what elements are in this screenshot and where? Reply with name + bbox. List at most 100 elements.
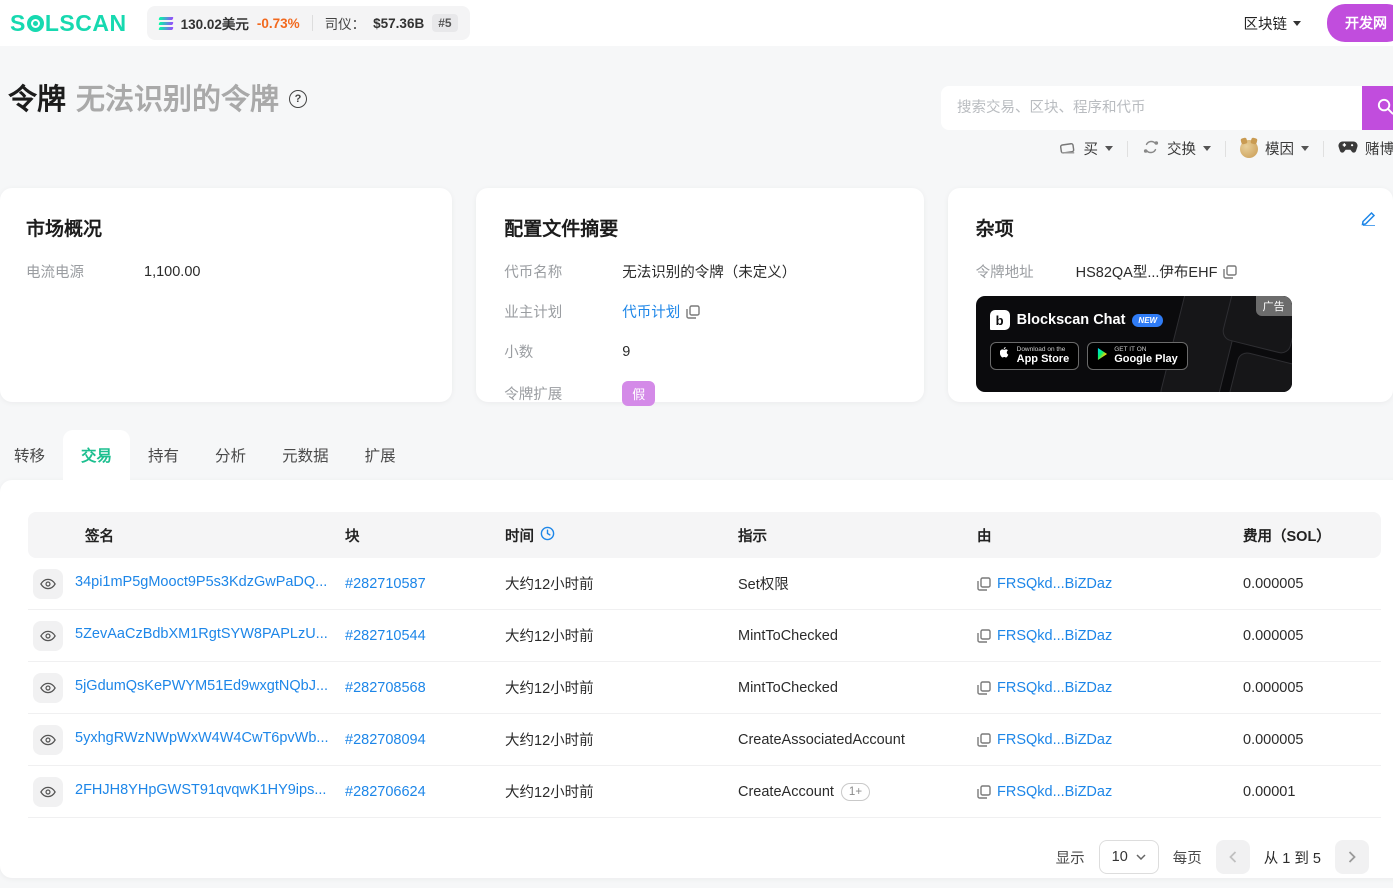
tab-extensions[interactable]: 扩展 [347,430,414,480]
tab-metadata[interactable]: 元数据 [264,430,347,480]
title-token-name: 无法识别的令牌 [76,84,280,116]
time-value: 大约12小时前 [505,629,594,645]
chain-dropdown[interactable]: 区块链 [1244,13,1301,34]
solana-icon [158,16,174,30]
search-icon [1376,97,1393,119]
preview-eye-button[interactable] [33,776,63,807]
supply-label: 电流电源 [26,265,84,281]
copy-icon[interactable] [977,732,991,747]
swap-label: 交换 [1167,142,1196,158]
fee-value: 0.000005 [1243,731,1304,748]
instruction-value: MintToChecked [738,679,838,696]
token-name-value: 无法识别的令牌（未定义） [622,265,797,281]
tab-transactions[interactable]: 交易 [63,430,131,480]
sol-price: 130.02美元 [180,17,249,32]
preview-eye-button[interactable] [33,724,63,755]
googleplay-button[interactable]: GET IT ON Google Play [1087,342,1188,371]
instruction-value: Set权限 [738,577,789,593]
tab-holders[interactable]: 持有 [130,430,197,480]
copy-icon[interactable] [686,305,700,319]
signature-link[interactable]: 34pi1mP5gMooct9P5s3KdzGwPaDQ... [75,574,327,590]
swap-dropdown[interactable]: 交换 [1142,138,1211,159]
page-size-select[interactable]: 10 [1098,840,1159,874]
by-address-link[interactable]: FRSQkd...BiZDaz [997,628,1112,644]
help-icon[interactable]: ? [289,90,308,108]
signature-link[interactable]: 2FHJH8YHpGWST91qvqwK1HY9ips... [75,782,326,798]
gamepad-icon [1338,140,1358,158]
solscan-logo[interactable]: S LSCAN [10,10,127,37]
copy-icon[interactable] [977,576,991,591]
chevron-down-icon [1105,146,1113,151]
block-link[interactable]: #282706624 [345,784,426,800]
fee-value: 0.00001 [1243,783,1296,800]
header-fee: 费用（SOL） [1243,528,1331,545]
signature-link[interactable]: 5jGdumQsKePWYM51Ed9wxgtNQbJ... [75,678,328,694]
buy-dropdown[interactable]: 买 [1059,138,1113,159]
block-link[interactable]: #282708094 [345,732,426,748]
block-link[interactable]: #282708568 [345,680,426,696]
header-instruction: 指示 [738,528,767,545]
market-overview-card: 市场概况 电流电源 1,100.00 [0,188,453,402]
search-input[interactable] [941,86,1362,130]
misc-card-title: 杂项 [975,219,1014,240]
time-value: 大约12小时前 [505,577,594,593]
meme-label: 模因 [1265,142,1294,158]
by-address-link[interactable]: FRSQkd...BiZDaz [997,784,1112,800]
instruction-count-badge: 1+ [840,782,871,801]
copy-icon[interactable] [977,784,991,799]
logo-o-icon [26,14,44,32]
time-value: 大约12小时前 [505,681,594,697]
blockscan-ad-banner[interactable]: 广告 b Blockscan Chat NEW Download on the … [975,296,1292,392]
page-size-value: 10 [1111,849,1128,865]
preview-eye-button[interactable] [33,620,63,651]
search-button[interactable] [1362,86,1393,130]
gamble-dropdown[interactable]: 赌博 [1338,138,1393,159]
divider [1127,140,1128,157]
by-address-link[interactable]: FRSQkd...BiZDaz [997,576,1112,592]
signature-link[interactable]: 5ZevAaCzBdbXM1RgtSYW8PAPLzU... [75,626,328,642]
signature-link[interactable]: 5yxhgRWzNWpWxW4W4CwT6pvWb... [75,730,329,746]
edit-pencil-icon[interactable] [1361,210,1377,231]
instruction-value: MintToChecked [738,627,838,644]
next-page-button[interactable] [1335,840,1369,874]
by-address-link[interactable]: FRSQkd...BiZDaz [997,732,1112,748]
banner-brand: Blockscan Chat [1016,312,1126,328]
clock-icon[interactable] [540,526,555,545]
page-title: 令牌 无法识别的令牌 ? [8,76,308,118]
copy-icon[interactable] [1223,265,1238,279]
misc-card: 杂项 令牌地址 HS82QA型...伊布EHF 广告 b Blockscan C… [947,188,1393,402]
appstore-button[interactable]: Download on the App Store [989,342,1080,371]
by-address-link[interactable]: FRSQkd...BiZDaz [997,680,1112,696]
prev-page-button[interactable] [1215,840,1250,874]
owner-program-link[interactable]: 代币计划 [622,305,680,321]
block-link[interactable]: #282710587 [345,576,426,592]
chevron-right-icon [1348,851,1356,863]
meme-dropdown[interactable]: 模因 [1240,138,1309,159]
chevron-down-icon [1203,146,1211,151]
chevron-down-icon [1301,146,1309,151]
doge-icon [1240,139,1258,158]
table-row: 34pi1mP5gMooct9P5s3KdzGwPaDQ... #2827105… [28,558,1381,610]
tab-transfers[interactable]: 转移 [0,430,63,480]
per-page-label: 每页 [1172,850,1202,867]
sol-price-pill: 130.02美元 -0.73% 司仪： $57.36B #5 [146,6,470,40]
token-name-label: 代币名称 [504,265,563,281]
time-value: 大约12小时前 [505,733,594,749]
header-block: 块 [345,528,360,545]
cards-icon [1059,139,1077,159]
copy-icon[interactable] [977,680,991,695]
phone-mockup [1225,350,1292,392]
pagination: 显示 10 每页 从 1 到 5 [28,818,1381,874]
network-button[interactable]: 开发网 [1327,4,1393,42]
appstore-main-text: App Store [1016,352,1070,365]
copy-icon[interactable] [977,628,991,643]
blockscan-logo: b [989,310,1010,330]
marketcap-value: $57.36B [373,15,425,31]
decimals-value: 9 [622,343,631,360]
preview-eye-button[interactable] [33,672,63,703]
preview-eye-button[interactable] [33,568,63,599]
table-header: 签名 块 时间 指示 由 费用（SOL） [28,512,1381,558]
profile-summary-card: 配置文件摘要 代币名称 无法识别的令牌（未定义） 业主计划 代币计划 小数 9 … [476,188,924,406]
tab-analytics[interactable]: 分析 [197,430,264,480]
block-link[interactable]: #282710544 [345,628,426,644]
